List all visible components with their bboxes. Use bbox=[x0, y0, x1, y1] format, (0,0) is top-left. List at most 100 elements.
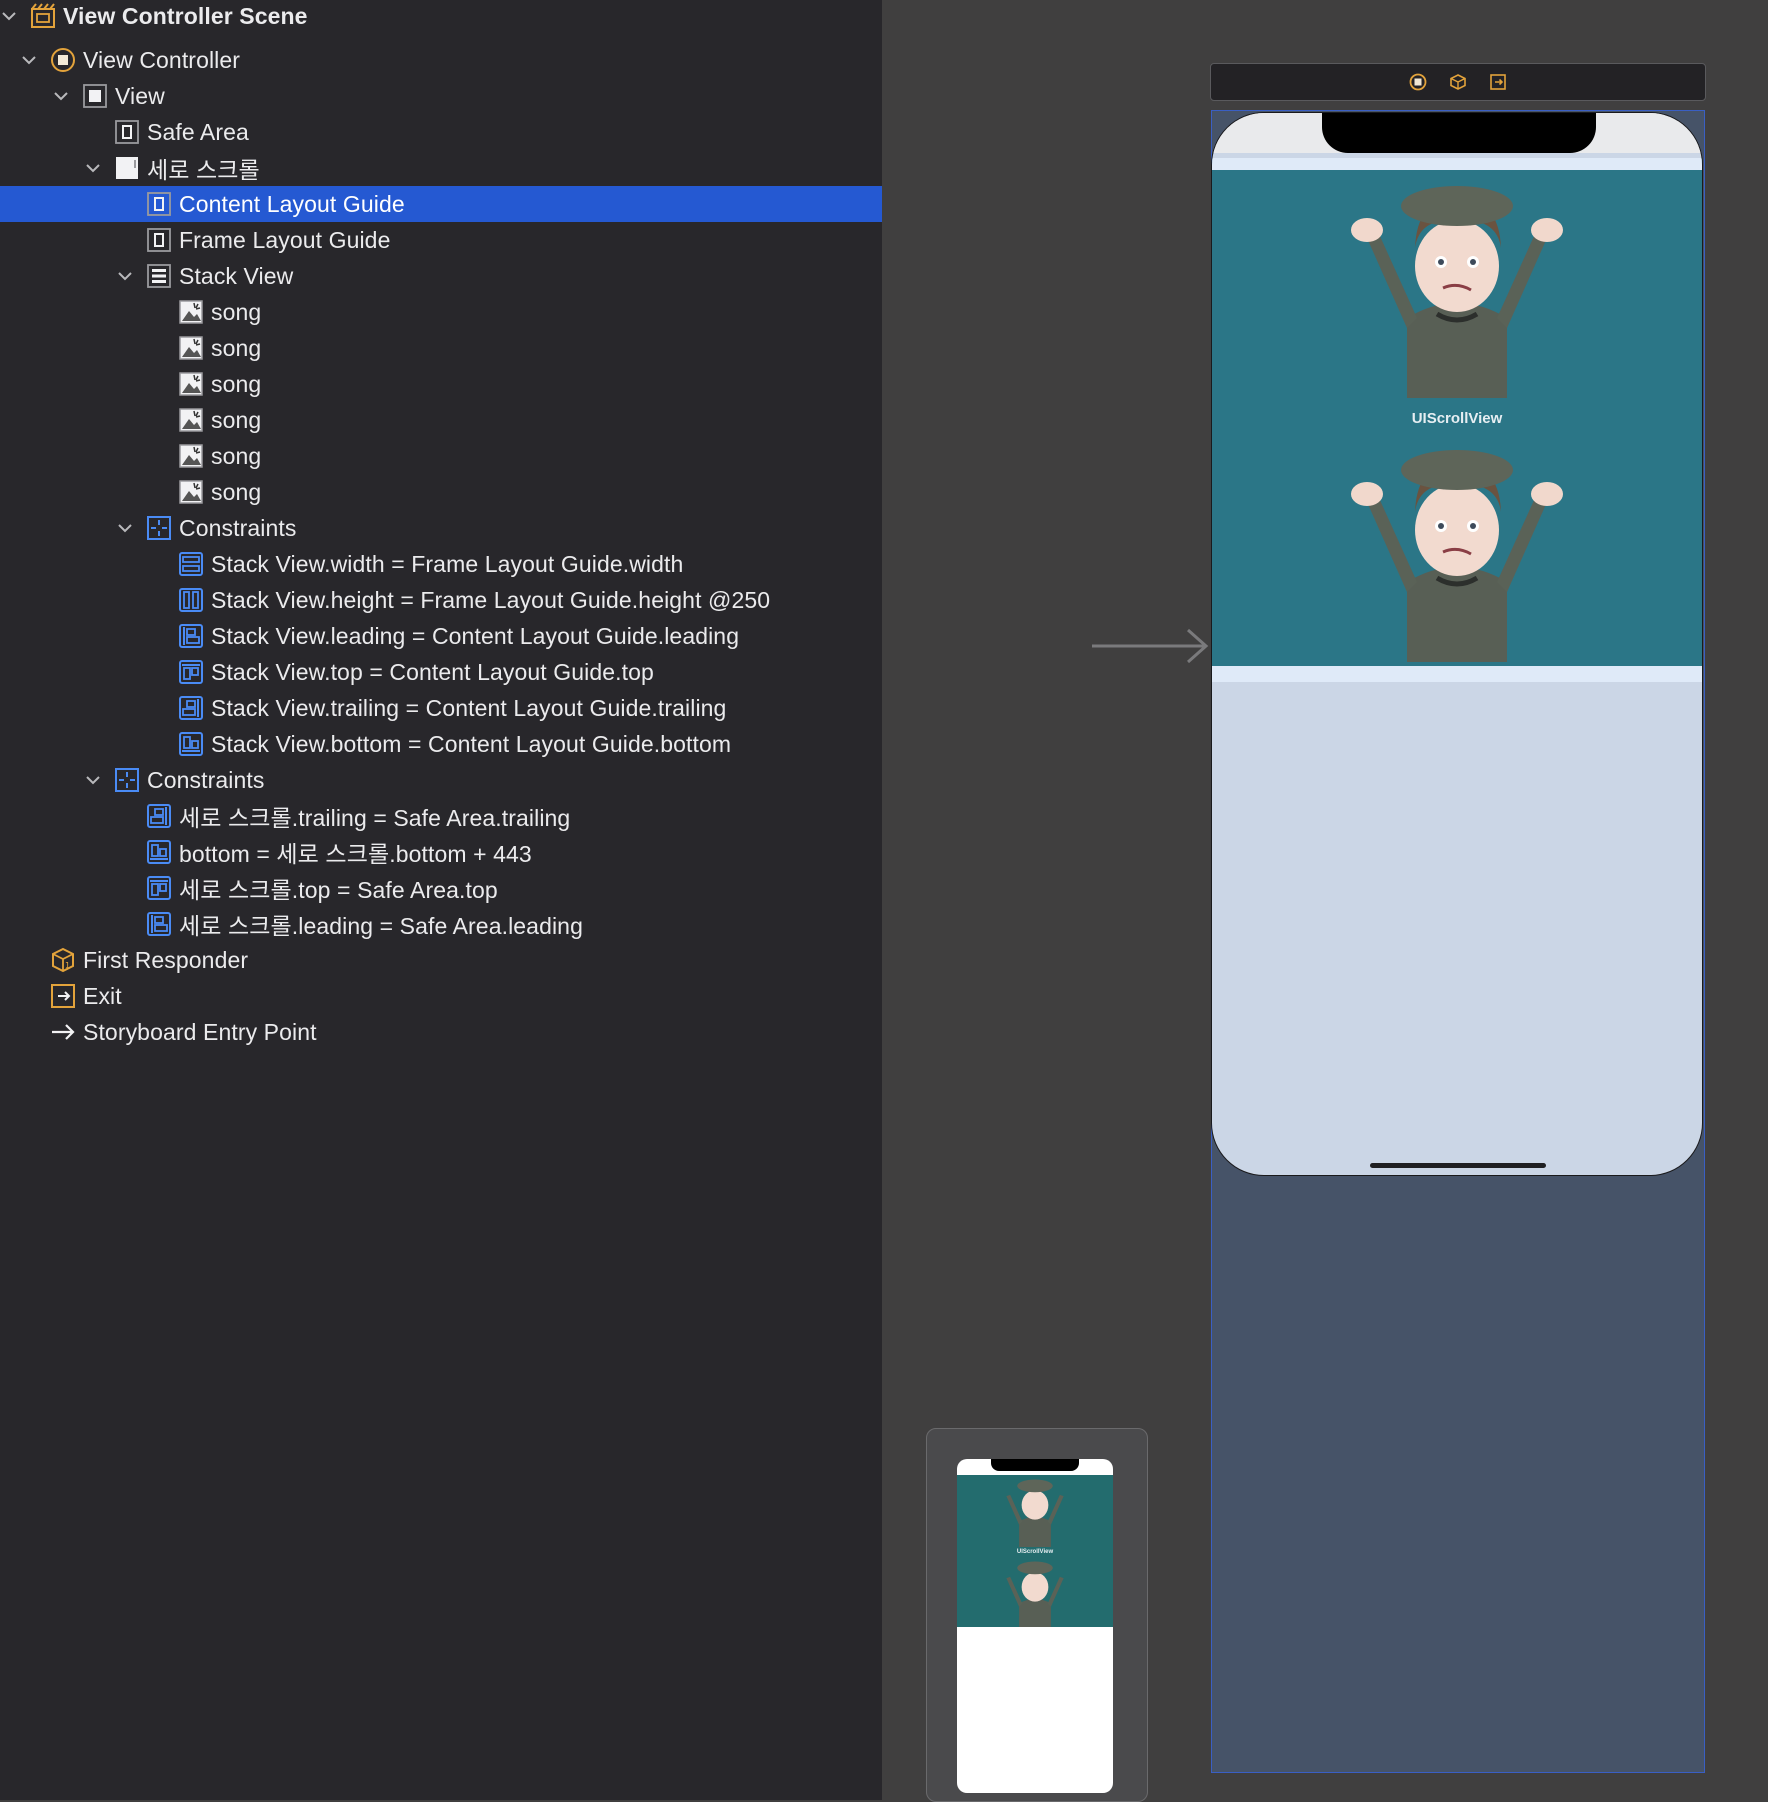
outline-row-label: Constraints bbox=[179, 514, 297, 541]
preview-caption: UIScrollView bbox=[1016, 1549, 1054, 1555]
disclosure-chevron-down-icon[interactable] bbox=[20, 51, 38, 69]
width-constraint-icon bbox=[178, 551, 204, 577]
outline-row-label: song bbox=[211, 298, 262, 325]
outline-row-label: 세로 스크롤.leading = Safe Area.leading bbox=[179, 913, 583, 939]
outline-row-layout-guide[interactable]: Frame Layout Guide bbox=[0, 222, 882, 258]
trailing-constraint-icon bbox=[146, 803, 172, 829]
outline-row-layout-guide[interactable]: Safe Area bbox=[0, 114, 882, 150]
first-responder-icon[interactable] bbox=[1449, 73, 1467, 91]
storyboard-canvas[interactable]: UIScrollView UIScrollView bbox=[882, 0, 1768, 1802]
outline-row-image-view[interactable]: song bbox=[0, 294, 882, 330]
memoji-image bbox=[1006, 1479, 1064, 1547]
preview-device: UIScrollView bbox=[957, 1459, 1113, 1793]
device-frame[interactable]: UIScrollView bbox=[1212, 113, 1702, 1175]
constraints-icon bbox=[114, 767, 140, 793]
outline-row-stack-view[interactable]: Stack View bbox=[0, 258, 882, 294]
outline-row-label: song bbox=[211, 406, 262, 433]
scene-dock bbox=[1210, 63, 1706, 101]
outline-row-constraints[interactable]: Constraints bbox=[0, 762, 882, 798]
scroll-view-icon bbox=[114, 155, 140, 181]
outline-row-scroll-view[interactable]: 세로 스크롤 bbox=[0, 150, 882, 186]
outline-row-layout-guide[interactable]: Content Layout Guide bbox=[0, 186, 882, 222]
disclosure-chevron-down-icon[interactable] bbox=[52, 87, 70, 105]
preview-panel: UIScrollView bbox=[926, 1428, 1148, 1802]
image-view-icon bbox=[178, 443, 204, 469]
exit-icon bbox=[50, 983, 76, 1009]
exit-icon[interactable] bbox=[1489, 73, 1507, 91]
outline-row-label: Stack View.top = Content Layout Guide.to… bbox=[211, 658, 654, 685]
image-view-icon bbox=[178, 371, 204, 397]
outline-row-image-view[interactable]: song bbox=[0, 330, 882, 366]
image-view-icon bbox=[178, 407, 204, 433]
outline-row-image-view[interactable]: song bbox=[0, 474, 882, 510]
view-controller-icon[interactable] bbox=[1409, 73, 1427, 91]
outline-row-bottom-constraint[interactable]: bottom = 세로 스크롤.bottom + 443 bbox=[0, 834, 882, 870]
outline-row-bottom-constraint[interactable]: Stack View.bottom = Content Layout Guide… bbox=[0, 726, 882, 762]
outline-row-image-view[interactable]: song bbox=[0, 366, 882, 402]
memoji-image bbox=[1351, 450, 1563, 662]
view-controller-icon bbox=[50, 47, 76, 73]
disclosure-chevron-down-icon[interactable] bbox=[116, 267, 134, 285]
outline-row-scene[interactable]: View Controller Scene bbox=[0, 0, 882, 34]
image-view-icon bbox=[178, 479, 204, 505]
scroll-view-caption: UIScrollView bbox=[1411, 410, 1503, 427]
outline-row-label: Content Layout Guide bbox=[179, 190, 405, 217]
outline-row-leading-constraint[interactable]: 세로 스크롤.leading = Safe Area.leading bbox=[0, 906, 882, 942]
outline-row-view[interactable]: View bbox=[0, 78, 882, 114]
disclosure-chevron-down-icon[interactable] bbox=[0, 7, 18, 25]
disclosure-chevron-down-icon[interactable] bbox=[116, 519, 134, 537]
outline-row-label: 세로 스크롤.trailing = Safe Area.trailing bbox=[179, 805, 571, 831]
outline-row-label: song bbox=[211, 370, 262, 397]
outline-row-trailing-constraint[interactable]: 세로 스크롤.trailing = Safe Area.trailing bbox=[0, 798, 882, 834]
home-indicator bbox=[1370, 1163, 1546, 1168]
storyboard-entry-arrow-icon[interactable] bbox=[1092, 626, 1210, 666]
outline-row-width-constraint[interactable]: Stack View.width = Frame Layout Guide.wi… bbox=[0, 546, 882, 582]
layout-guide-icon bbox=[114, 119, 140, 145]
disclosure-chevron-down-icon[interactable] bbox=[84, 771, 102, 789]
document-outline: View Controller Scene View Controller View… bbox=[0, 0, 882, 1800]
outline-row-constraints[interactable]: Constraints bbox=[0, 510, 882, 546]
outline-row-exit[interactable]: Exit bbox=[0, 978, 882, 1014]
outline-row-label: 세로 스크롤.top = Safe Area.top bbox=[179, 877, 498, 903]
top-constraint-icon bbox=[146, 875, 172, 901]
memoji-image bbox=[1351, 186, 1563, 398]
outline-row-view-controller[interactable]: View Controller bbox=[0, 42, 882, 78]
trailing-constraint-icon bbox=[178, 695, 204, 721]
entry-point-arrow-icon bbox=[50, 1019, 76, 1045]
outline-row-image-view[interactable]: song bbox=[0, 438, 882, 474]
outline-row-label: Storyboard Entry Point bbox=[83, 1018, 317, 1045]
bottom-constraint-icon bbox=[146, 839, 172, 865]
preview-scroll-view: UIScrollView bbox=[957, 1475, 1113, 1627]
outline-row-top-constraint[interactable]: Stack View.top = Content Layout Guide.to… bbox=[0, 654, 882, 690]
outline-row-height-constraint[interactable]: Stack View.height = Frame Layout Guide.h… bbox=[0, 582, 882, 618]
outline-row-label: song bbox=[211, 442, 262, 469]
outline-row-label: Stack View.leading = Content Layout Guid… bbox=[211, 622, 740, 649]
outline-row-top-constraint[interactable]: 세로 스크롤.top = Safe Area.top bbox=[0, 870, 882, 906]
disclosure-chevron-down-icon[interactable] bbox=[84, 159, 102, 177]
outline-row-entry-point-arrow[interactable]: Storyboard Entry Point bbox=[0, 1014, 882, 1050]
outline-row-image-view[interactable]: song bbox=[0, 402, 882, 438]
outline-row-trailing-constraint[interactable]: Stack View.trailing = Content Layout Gui… bbox=[0, 690, 882, 726]
outline-row-first-responder[interactable]: 1 First Responder bbox=[0, 942, 882, 978]
outline-row-label: Stack View.trailing = Content Layout Gui… bbox=[211, 694, 727, 721]
svg-text:1: 1 bbox=[65, 961, 70, 970]
outline-row-leading-constraint[interactable]: Stack View.leading = Content Layout Guid… bbox=[0, 618, 882, 654]
outline-row-label: View bbox=[115, 82, 165, 109]
vertical-scroll-view[interactable]: UIScrollView bbox=[1212, 158, 1702, 682]
outline-row-label: Safe Area bbox=[147, 118, 249, 145]
outline-row-label: song bbox=[211, 334, 262, 361]
